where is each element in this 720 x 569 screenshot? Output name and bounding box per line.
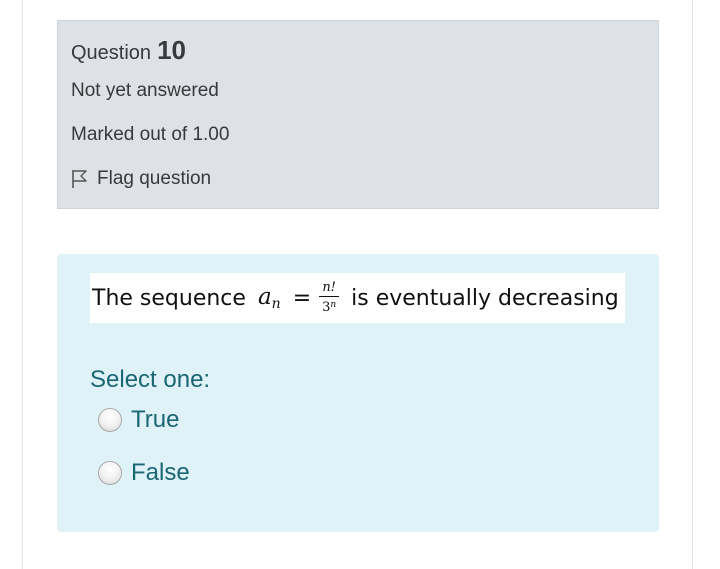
fraction-numerator: n! (322, 280, 336, 295)
denominator-exponent: n (330, 300, 337, 310)
question-text-prefix: The sequence (92, 285, 246, 311)
radio-false[interactable] (98, 461, 122, 485)
question-info-panel: Question 10 Not yet answered Marked out o… (57, 20, 659, 209)
question-text: The sequence an = n! 3n is eventually de… (90, 273, 625, 323)
sequence-term-sub: n (271, 296, 281, 312)
fraction-bar (319, 296, 340, 297)
sequence-fraction: n! 3n (319, 280, 340, 315)
question-number: 10 (157, 35, 186, 65)
answer-option-false[interactable]: False (98, 459, 190, 487)
flag-question-label: Flag question (97, 168, 212, 189)
radio-true[interactable] (98, 408, 122, 432)
question-content-panel: The sequence an = n! 3n is eventually de… (57, 254, 659, 532)
sequence-term-var: a (257, 284, 272, 310)
flag-outline-icon (72, 170, 87, 188)
sequence-term: an (258, 284, 281, 312)
flag-question-link[interactable]: Flag question (71, 168, 211, 190)
answer-option-true[interactable]: True (98, 406, 179, 434)
question-state: Not yet answered (71, 80, 219, 101)
question-label: Question (71, 42, 152, 64)
answer-label-false[interactable]: False (131, 459, 190, 487)
answer-label-true[interactable]: True (131, 406, 179, 434)
select-one-prompt: Select one: (90, 366, 211, 393)
equals-sign: = (292, 285, 312, 311)
question-text-suffix: is eventually decreasing (351, 285, 619, 311)
question-grade: Marked out of 1.00 (71, 124, 230, 145)
question-title: Question 10 (71, 35, 186, 66)
fraction-denominator: 3n (322, 298, 336, 315)
